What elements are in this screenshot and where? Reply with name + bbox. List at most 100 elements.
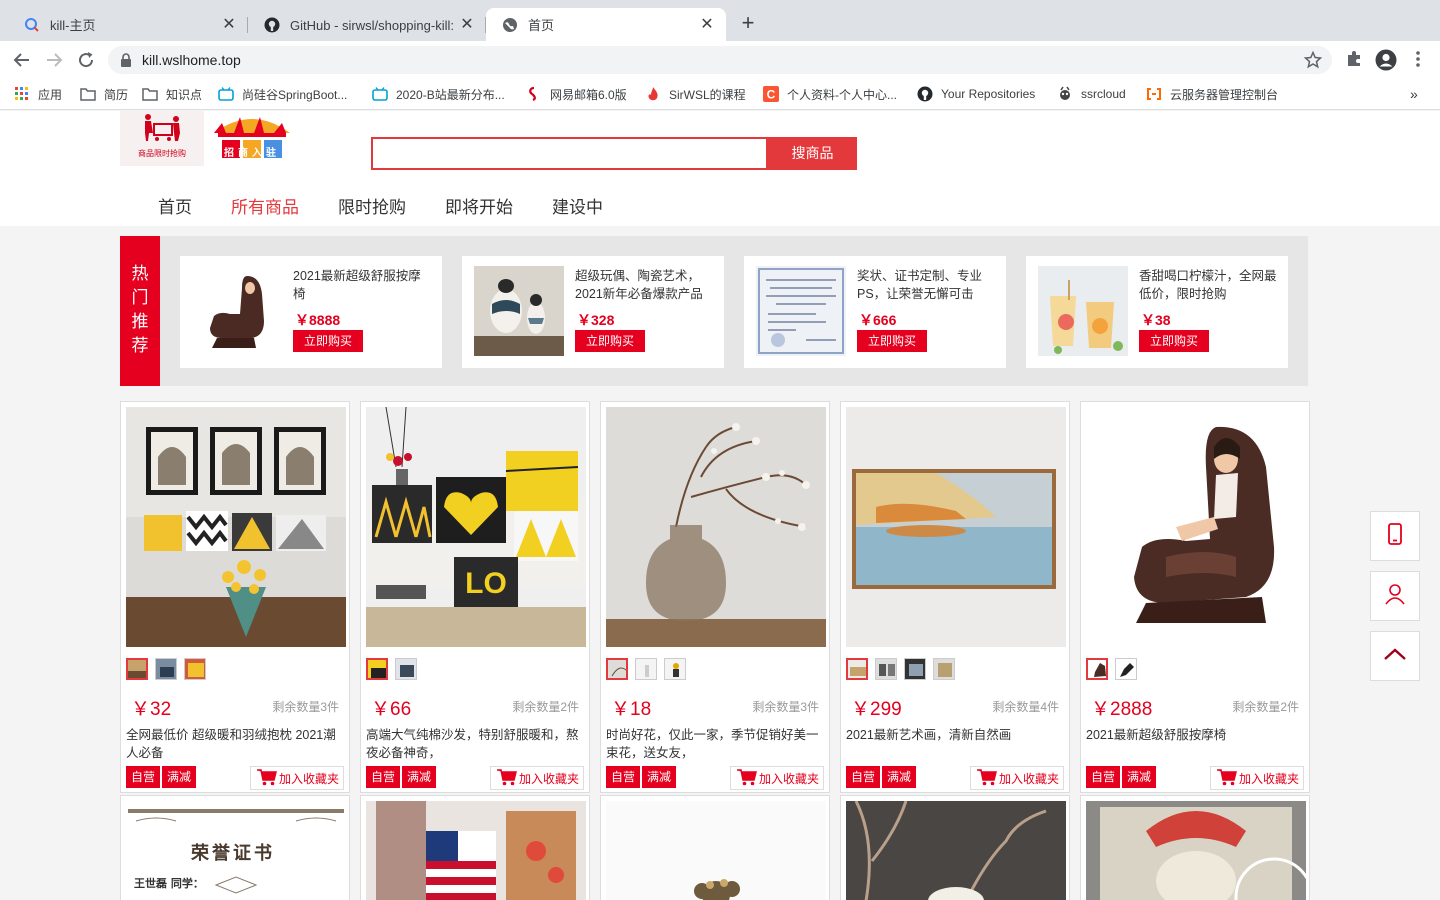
mobile-app-button[interactable] (1370, 511, 1420, 561)
close-tab-icon[interactable]: ✕ (220, 16, 238, 34)
product-image[interactable] (1086, 407, 1306, 647)
thumbnail[interactable] (184, 658, 206, 680)
product-image[interactable]: LO (366, 407, 586, 647)
bookmark-your-repositories[interactable]: Your Repositories (917, 85, 1035, 103)
nav-item-all-products[interactable]: 所有商品 (231, 193, 299, 218)
search-button[interactable]: 搜商品 (768, 137, 857, 170)
nav-item-upcoming[interactable]: 即将开始 (445, 193, 513, 218)
bookmark-csdn-profile[interactable]: C 个人资料-个人中心... (763, 85, 897, 103)
reload-icon[interactable] (74, 49, 98, 71)
bookmark-sirwsl-course[interactable]: SirWSL的课程 (645, 85, 746, 103)
new-tab-button[interactable]: + (736, 12, 760, 36)
thumbnail[interactable] (846, 658, 868, 680)
hot-item-card[interactable]: 奖状、证书定制、专业PS，让荣誉无懈可击 ￥666 立即购买 (744, 256, 1006, 368)
bookmark-folder-resume[interactable]: 简历 (80, 85, 128, 103)
bookmark-springboot[interactable]: 尚硅谷SpringBoot... (218, 85, 347, 103)
close-tab-icon[interactable]: ✕ (698, 16, 716, 34)
hot-item-name[interactable]: 奖状、证书定制、专业PS，让荣誉无懈可击 (857, 267, 997, 303)
browser-menu-icon[interactable] (1412, 50, 1424, 73)
hot-item-name[interactable]: 超级玩偶、陶瓷艺术，2021新年必备爆款产品 (575, 267, 715, 303)
thumbnail-list (126, 658, 213, 680)
add-to-favorites-button[interactable]: 加入收藏夹 (249, 766, 344, 790)
thumbnail[interactable] (1086, 658, 1108, 680)
merchant-join-banner[interactable]: 招商入驻 (210, 111, 294, 166)
add-to-favorites-button[interactable]: 加入收藏夹 (1209, 766, 1304, 790)
ssrcloud-icon (1057, 86, 1073, 102)
bookmark-ssrcloud[interactable]: ssrcloud (1057, 85, 1126, 103)
product-image[interactable] (846, 801, 1066, 900)
bookmark-star-icon[interactable] (1303, 50, 1323, 74)
hot-item-name[interactable]: 2021最新超级舒服按摩椅 (293, 267, 433, 303)
product-image[interactable] (846, 407, 1066, 647)
address-bar[interactable]: kill.wslhome.top (108, 46, 1332, 74)
thumbnail[interactable] (126, 658, 148, 680)
thumbnail[interactable] (366, 658, 388, 680)
hot-item-card[interactable]: 超级玩偶、陶瓷艺术，2021新年必备爆款产品 ￥328 立即购买 (462, 256, 724, 368)
back-to-top-button[interactable] (1370, 631, 1420, 681)
thumbnail[interactable] (904, 658, 926, 680)
buy-now-button[interactable]: 立即购买 (293, 330, 363, 352)
product-price: ￥66 (371, 699, 412, 720)
add-to-favorites-button[interactable]: 加入收藏夹 (729, 766, 824, 790)
browser-tab-github[interactable]: GitHub - sirwsl/shopping-kill: 基 ✕ (248, 8, 486, 41)
nav-item-under-construction[interactable]: 建设中 (552, 193, 603, 218)
forward-icon[interactable] (42, 49, 66, 71)
product-description[interactable]: 时尚好花，仅此一家，季节促销好美一束花，送女友， (606, 726, 826, 762)
bookmark-label: 简历 (104, 87, 129, 102)
thumbnail[interactable] (635, 658, 657, 680)
thumbnail[interactable] (1115, 658, 1137, 680)
thumbnail[interactable] (606, 658, 628, 680)
url-text: kill.wslhome.top (142, 52, 241, 68)
close-tab-icon[interactable]: ✕ (458, 16, 476, 34)
product-card (360, 795, 590, 900)
bookmark-aliyun-console[interactable]: 云服务器管理控制台 (1146, 85, 1278, 103)
bookmarks-overflow-chevron-icon[interactable]: » (1410, 85, 1418, 103)
thumbnail[interactable] (875, 658, 897, 680)
bookmark-folder-knowledge[interactable]: 知识点 (142, 85, 202, 103)
profile-avatar-icon[interactable] (1375, 49, 1397, 76)
thumbnail[interactable] (664, 658, 686, 680)
site-logo[interactable]: 商品限时抢购 (120, 111, 204, 166)
back-icon[interactable] (10, 49, 34, 71)
add-to-favorites-button[interactable]: 加入收藏夹 (489, 766, 584, 790)
browser-tab-kill-home[interactable]: kill-主页 ✕ (8, 8, 248, 41)
bookmark-label: 2020-B站最新分布... (396, 87, 505, 102)
massage-chair-image[interactable] (192, 266, 282, 356)
add-to-favorites-button[interactable]: 加入收藏夹 (969, 766, 1064, 790)
hot-item-card[interactable]: 2021最新超级舒服按摩椅 ￥8888 立即购买 (180, 256, 442, 368)
shopping-cart-icon (1216, 768, 1237, 789)
thumbnail[interactable] (155, 658, 177, 680)
hot-item-card[interactable]: 香甜喝口柠檬汁，全网最低价，限时抢购 ￥38 立即购买 (1026, 256, 1288, 368)
svg-text:LO: LO (465, 567, 507, 600)
lemonade-image[interactable] (1038, 266, 1128, 356)
browser-tab-home-active[interactable]: 首页 ✕ (486, 8, 726, 41)
user-center-button[interactable] (1370, 571, 1420, 621)
product-image[interactable] (126, 407, 346, 647)
product-image[interactable] (606, 801, 826, 900)
thumbnail[interactable] (933, 658, 955, 680)
bookmark-bilibili-distributed[interactable]: 2020-B站最新分布... (372, 85, 505, 103)
nav-item-home[interactable]: 首页 (158, 193, 192, 218)
product-image[interactable] (366, 801, 586, 900)
hot-item-name[interactable]: 香甜喝口柠檬汁，全网最低价，限时抢购 (1139, 267, 1279, 303)
product-description[interactable]: 2021最新艺术画，清新自然画 (846, 726, 1066, 744)
product-image[interactable] (606, 407, 826, 647)
product-image[interactable] (1086, 801, 1306, 900)
extensions-puzzle-icon[interactable] (1345, 50, 1363, 73)
product-card: ￥32 剩余数量3件 全网最低价 超级暖和羽绒抱枕 2021潮人必备 自营 满减… (120, 401, 350, 793)
product-description[interactable]: 高端大气纯棉沙发，特别舒服暖和，熬夜必备神奇， (366, 726, 586, 762)
hot-label-char: 热 (131, 264, 149, 283)
ceramic-doll-image[interactable] (474, 266, 564, 356)
product-description[interactable]: 全网最低价 超级暖和羽绒抱枕 2021潮人必备 (126, 726, 346, 762)
product-description[interactable]: 2021最新超级舒服按摩椅 (1086, 726, 1306, 744)
certificate-image[interactable] (756, 266, 846, 356)
product-image[interactable]: 荣誉证书 王世磊 同学： (126, 801, 346, 900)
buy-now-button[interactable]: 立即购买 (1139, 330, 1209, 352)
bookmark-netease-mail[interactable]: 网易邮箱6.0版 (526, 85, 627, 103)
buy-now-button[interactable]: 立即购买 (575, 330, 645, 352)
nav-item-flash-sale[interactable]: 限时抢购 (338, 193, 406, 218)
buy-now-button[interactable]: 立即购买 (857, 330, 927, 352)
search-input[interactable] (371, 137, 768, 170)
bookmark-apps[interactable]: 应用 (14, 85, 62, 103)
thumbnail[interactable] (395, 658, 417, 680)
